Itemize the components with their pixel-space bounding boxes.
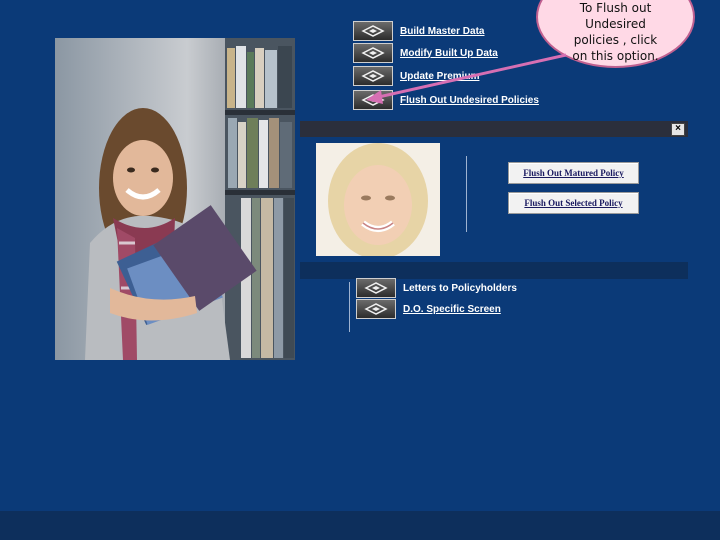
dialog-footer [300,262,688,279]
dialog-titlebar[interactable]: × [300,121,688,137]
menu-divider [349,282,350,332]
menu-label: D.O. Specific Screen [403,303,501,315]
dialog-portrait [316,143,440,259]
menu-item-letters-to-policyholders[interactable]: Letters to Policyholders [356,278,517,298]
close-icon[interactable]: × [671,123,685,136]
menu-item-do-specific-screen[interactable]: D.O. Specific Screen [356,299,501,319]
flush-out-matured-policy-button[interactable]: Flush Out Matured Policy [508,162,639,184]
diamond-nav-icon [356,278,396,298]
flush-out-dialog: Flush Out Matured Policy Flush Out Selec… [300,137,688,262]
dialog-divider [466,156,467,232]
menu-label: Letters to Policyholders [403,282,517,294]
status-bar [0,511,720,540]
diamond-nav-icon [356,299,396,319]
flush-out-selected-policy-button[interactable]: Flush Out Selected Policy [508,192,639,214]
